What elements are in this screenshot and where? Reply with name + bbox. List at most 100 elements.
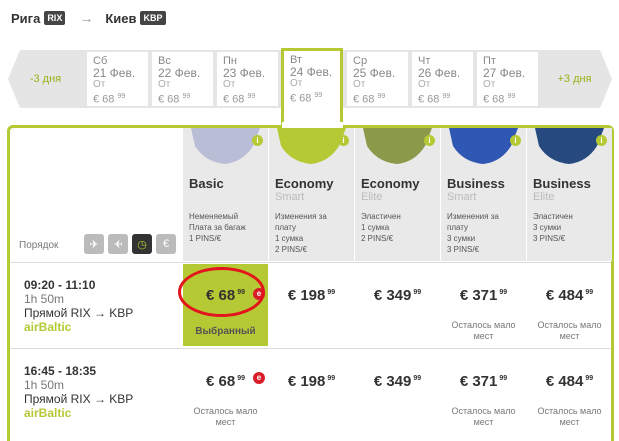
fare-price-cell[interactable]: € 484 99 Осталось мало мест (527, 350, 612, 432)
info-icon[interactable]: i (252, 135, 263, 146)
fare-graphic-icon (363, 128, 432, 164)
flight-times: 09:20 - 11:10 (24, 278, 96, 292)
prev-days-button[interactable]: -3 дня (8, 50, 83, 108)
fare-name: Business (447, 176, 505, 191)
day-price: € 68 99 (158, 93, 191, 106)
date-tab[interactable]: Пт 27 Фев. От € 68 99 (477, 52, 538, 106)
from-label: От (483, 79, 496, 90)
fare-graphic-icon (191, 128, 260, 164)
fare-price: € 198 99 (287, 373, 336, 390)
fare-header[interactable]: i Economy Elite Эластичен 1 сумка 2 PINS/€ (355, 128, 440, 261)
date-tab[interactable]: Сб 21 Фев. От € 68 99 (87, 52, 148, 106)
info-icon[interactable]: i (510, 135, 521, 146)
from-label: От (158, 79, 171, 90)
seats-left-note: Осталось мало мест (537, 320, 602, 341)
day-date: 25 Фев. (353, 66, 396, 80)
day-price: € 68 99 (93, 93, 126, 106)
fare-description: Изменения за плату 1 сумка 2 PINS/€ (275, 212, 327, 254)
fare-graphic-icon (535, 128, 604, 164)
next-days-button[interactable]: +3 дня (537, 50, 612, 108)
fare-header[interactable]: i Business Elite Эластичен 3 сумки 3 PINS/€ (527, 128, 612, 261)
fare-price-cell[interactable]: € 198 99 (269, 350, 354, 432)
date-tab[interactable]: Ср 25 Фев. От € 68 99 (347, 52, 408, 106)
date-tab[interactable]: Вт 24 Фев. От € 68 99 (281, 48, 343, 128)
fare-price-cell[interactable]: € 349 99 (355, 264, 440, 346)
fare-price: € 484 99 (545, 373, 594, 390)
day-date: 23 Фев. (223, 66, 266, 80)
info-icon[interactable]: i (338, 135, 349, 146)
fare-price-cell[interactable]: € 198 99 (269, 264, 354, 346)
fare-name: Basic (189, 176, 224, 191)
fare-description: Изменения за плату 3 сумки 3 PINS/€ (447, 212, 499, 254)
from-label: От (290, 78, 303, 89)
day-price: € 68 99 (353, 93, 386, 106)
from-label: От (93, 79, 106, 90)
fare-price-cell[interactable]: € 371 99 Осталось мало мест (441, 264, 526, 346)
price-cents: 99 (585, 289, 594, 296)
fare-name: Business (533, 176, 591, 191)
fare-price: € 198 99 (287, 287, 336, 304)
fare-price: € 371 99 (459, 373, 508, 390)
day-price: € 68 99 (290, 92, 323, 105)
day-price: € 68 99 (418, 93, 451, 106)
fare-description: Эластичен 1 сумка 2 PINS/€ (361, 212, 401, 243)
fare-price: € 349 99 (373, 373, 422, 390)
day-date: 24 Фев. (290, 65, 333, 79)
airline-name: airBaltic (24, 406, 72, 420)
day-date: 22 Фев. (158, 66, 201, 80)
fare-description: Неменяемый Плата за багаж 1 PINS/€ (189, 212, 246, 243)
fare-graphic-icon (277, 128, 346, 164)
fare-header[interactable]: i Economy Smart Изменения за плату 1 сумка 2 P… (269, 128, 354, 261)
fare-price: € 349 99 (373, 287, 422, 304)
origin-code: RIX (44, 11, 66, 25)
destination-code: KBP (140, 11, 166, 25)
price-cents: 99 (327, 375, 336, 382)
price-cents: 99 (499, 375, 508, 382)
price-cents: 99 (442, 93, 451, 100)
flight-type: Прямой RIX → KBP (24, 392, 134, 406)
flight-duration: 1h 50m (24, 292, 65, 306)
eco-badge-icon: e (253, 372, 265, 384)
flight-type: Прямой RIX → KBP (24, 306, 134, 320)
sort-arrival-icon[interactable]: ✈ (108, 234, 128, 254)
fare-price-cell[interactable]: € 371 99 Осталось мало мест (441, 350, 526, 432)
date-tab[interactable]: Пн 23 Фев. От € 68 99 (217, 52, 278, 106)
seats-left-note: Осталось мало мест (193, 406, 258, 427)
price-cents: 99 (377, 93, 386, 100)
day-date: 26 Фев. (418, 66, 461, 80)
price-cents: 99 (314, 92, 323, 99)
fare-price: € 371 99 (459, 287, 508, 304)
price-cents: 99 (247, 93, 256, 100)
fare-price-cell[interactable]: € 484 99 Осталось мало мест (527, 264, 612, 346)
fare-header[interactable]: i Business Smart Изменения за плату 3 сумки 3 … (441, 128, 526, 261)
sort-price-icon[interactable]: € (156, 234, 176, 254)
flight-times: 16:45 - 18:35 (24, 364, 97, 378)
seats-left-note: Осталось мало мест (451, 320, 516, 341)
price-cents: 99 (507, 93, 516, 100)
sort-options: ✈ ✈ ◷ € (84, 234, 176, 254)
fare-price-cell[interactable]: € 349 99 (355, 350, 440, 432)
price-cents: 99 (237, 375, 245, 382)
arrow-icon: → (79, 10, 94, 26)
flight-info: 16:45 - 18:35 1h 50m Прямой RIX → KBP airBa… (24, 364, 133, 420)
from-label: От (418, 79, 431, 90)
price-cents: 99 (585, 375, 594, 382)
date-tab[interactable]: Чт 26 Фев. От € 68 99 (412, 52, 473, 106)
row-divider (10, 348, 611, 349)
from-label: От (223, 79, 236, 90)
sort-duration-icon[interactable]: ◷ (132, 234, 152, 254)
fare-subtitle: Elite (361, 191, 383, 203)
fare-header[interactable]: i Basic Неменяемый Плата за багаж 1 PINS/€ (183, 128, 268, 261)
date-tab[interactable]: Вс 22 Фев. От € 68 99 (152, 52, 213, 106)
info-icon[interactable]: i (596, 135, 607, 146)
fare-price-cell[interactable]: € 68 99 Осталось мало мест e (183, 350, 268, 432)
price-cents: 99 (413, 375, 422, 382)
highlight-circle (178, 267, 265, 317)
info-icon[interactable]: i (424, 135, 435, 146)
airline-name: airBaltic (24, 320, 72, 334)
sort-departure-icon[interactable]: ✈ (84, 234, 104, 254)
fare-name: Economy (361, 176, 420, 191)
row-divider (10, 262, 611, 263)
fare-subtitle: Smart (447, 191, 477, 203)
fare-subtitle: Elite (533, 191, 555, 203)
